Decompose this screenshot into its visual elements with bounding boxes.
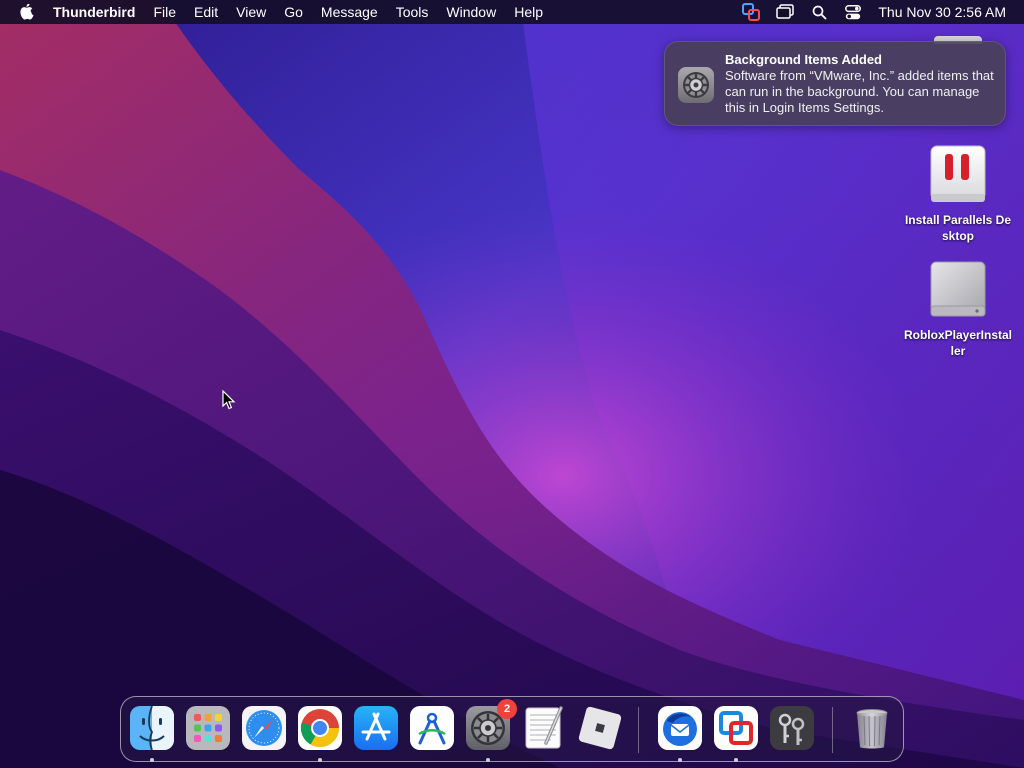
roblox-icon xyxy=(578,706,622,750)
dock-separator xyxy=(638,707,639,753)
vmware-fusion-icon xyxy=(714,706,758,750)
launchpad-icon xyxy=(186,706,230,750)
dock-instruments[interactable] xyxy=(409,705,455,751)
desktop-icon-label: Install Parallels Desktop xyxy=(904,213,1012,243)
system-settings-gear-icon xyxy=(677,66,715,104)
textedit-icon xyxy=(525,706,563,749)
menu-help[interactable]: Help xyxy=(505,0,552,24)
background-items-notification[interactable]: Background Items Added Software from “VM… xyxy=(664,41,1006,126)
vmware-fusion-status-icon[interactable] xyxy=(734,0,768,24)
menu-edit[interactable]: Edit xyxy=(185,0,227,24)
mouse-pointer-icon xyxy=(222,389,236,410)
notification-title: Background Items Added xyxy=(725,52,882,67)
dock-separator xyxy=(832,707,833,753)
disk-image-drive-icon xyxy=(927,259,989,321)
dock-system-settings[interactable]: 2 xyxy=(465,699,517,762)
dock-app-store[interactable] xyxy=(353,705,399,751)
control-center-icon[interactable] xyxy=(836,0,870,24)
spotlight-search-icon[interactable] xyxy=(802,0,836,24)
dock-trash[interactable] xyxy=(849,705,895,751)
running-indicator xyxy=(486,758,490,762)
dock-finder[interactable] xyxy=(129,705,175,762)
menu-tools[interactable]: Tools xyxy=(387,0,438,24)
menu-window[interactable]: Window xyxy=(437,0,505,24)
apple-menu-icon[interactable] xyxy=(18,3,36,21)
app-store-icon xyxy=(354,706,398,750)
dock-vmware-fusion[interactable] xyxy=(713,705,759,762)
thunderbird-icon xyxy=(658,706,702,750)
running-indicator xyxy=(734,758,738,762)
keychain-access-icon xyxy=(770,706,814,750)
trash-icon xyxy=(856,709,888,749)
menu-message[interactable]: Message xyxy=(312,0,387,24)
running-indicator xyxy=(150,758,154,762)
instruments-icon xyxy=(410,706,454,750)
running-indicator xyxy=(318,758,322,762)
menu-bar-clock[interactable]: Thu Nov 30 2:56 AM xyxy=(870,4,1024,20)
safari-icon xyxy=(242,706,286,750)
menu-go[interactable]: Go xyxy=(275,0,312,24)
running-indicator xyxy=(678,758,682,762)
dock-textedit[interactable] xyxy=(521,705,567,751)
desktop-icon-roblox-installer[interactable]: RobloxPlayerInstaller xyxy=(903,259,1013,359)
dock-thunderbird[interactable] xyxy=(657,705,703,762)
notification-badge: 2 xyxy=(497,699,517,719)
dock-launchpad[interactable] xyxy=(185,705,231,751)
dock-keychain-access[interactable] xyxy=(769,705,815,751)
chrome-icon xyxy=(298,706,342,750)
menu-view[interactable]: View xyxy=(227,0,275,24)
dock: 2 xyxy=(120,696,904,762)
menu-app-name[interactable]: Thunderbird xyxy=(48,0,144,24)
dock-safari[interactable] xyxy=(241,705,287,751)
desktop-icon-label: RobloxPlayerInstaller xyxy=(903,328,1013,358)
dock-chrome[interactable] xyxy=(297,705,343,762)
menu-bar: Thunderbird File Edit View Go Message To… xyxy=(0,0,1024,24)
desktop-icon-install-parallels[interactable]: Install Parallels Desktop xyxy=(903,144,1013,244)
screen-mirroring-icon[interactable] xyxy=(768,0,802,24)
menu-file[interactable]: File xyxy=(144,0,185,24)
notification-body: Software from “VMware, Inc.” added items… xyxy=(725,68,994,115)
dock-roblox[interactable] xyxy=(577,705,623,751)
finder-icon xyxy=(130,705,174,751)
parallels-installer-icon xyxy=(927,144,989,206)
